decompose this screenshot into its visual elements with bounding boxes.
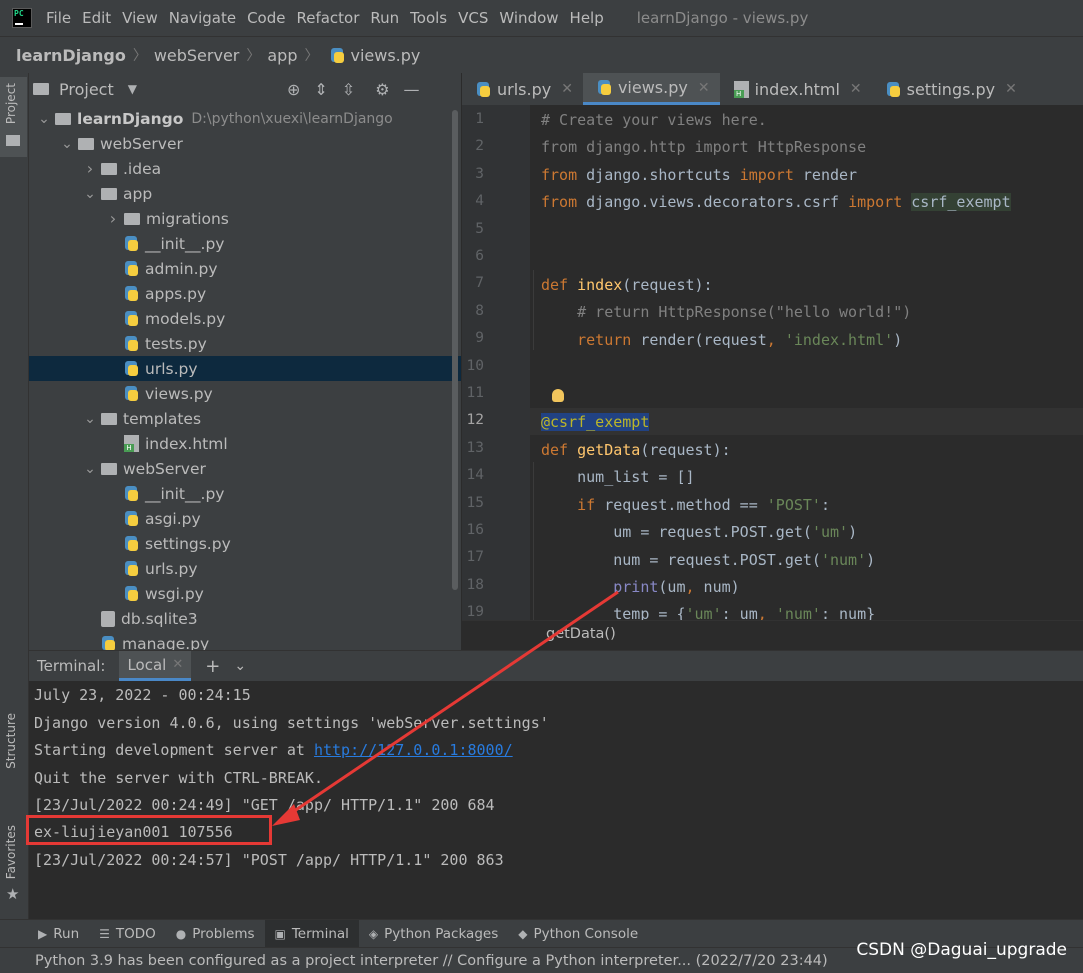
status-message[interactable]: Python 3.9 has been configured as a proj…: [35, 953, 828, 969]
layers-icon: ◈: [368, 927, 379, 941]
tool-label: TODO: [115, 926, 156, 942]
tool-problems[interactable]: ● Problems: [166, 920, 265, 948]
info-icon: ●: [175, 927, 187, 941]
tool-terminal[interactable]: ▣ Terminal: [264, 920, 359, 948]
tool-label: Terminal: [291, 926, 349, 942]
python-console-icon: ◆: [518, 927, 528, 941]
tool-label: Python Console: [533, 926, 639, 942]
terminal-icon: ▣: [274, 927, 286, 941]
tool-run[interactable]: ▶ Run: [28, 920, 89, 948]
play-icon: ▶: [38, 927, 48, 941]
tool-python-packages[interactable]: ◈ Python Packages: [359, 920, 508, 948]
annotation-arrow: [272, 590, 619, 826]
tool-todo[interactable]: ☰ TODO: [89, 920, 166, 948]
watermark: CSDN @Daguai_upgrade: [856, 940, 1067, 960]
tool-label: Run: [53, 926, 80, 942]
tool-label: Python Packages: [384, 926, 499, 942]
tool-python-console[interactable]: ◆ Python Console: [508, 920, 648, 948]
list-icon: ☰: [99, 927, 110, 941]
tool-label: Problems: [192, 926, 255, 942]
